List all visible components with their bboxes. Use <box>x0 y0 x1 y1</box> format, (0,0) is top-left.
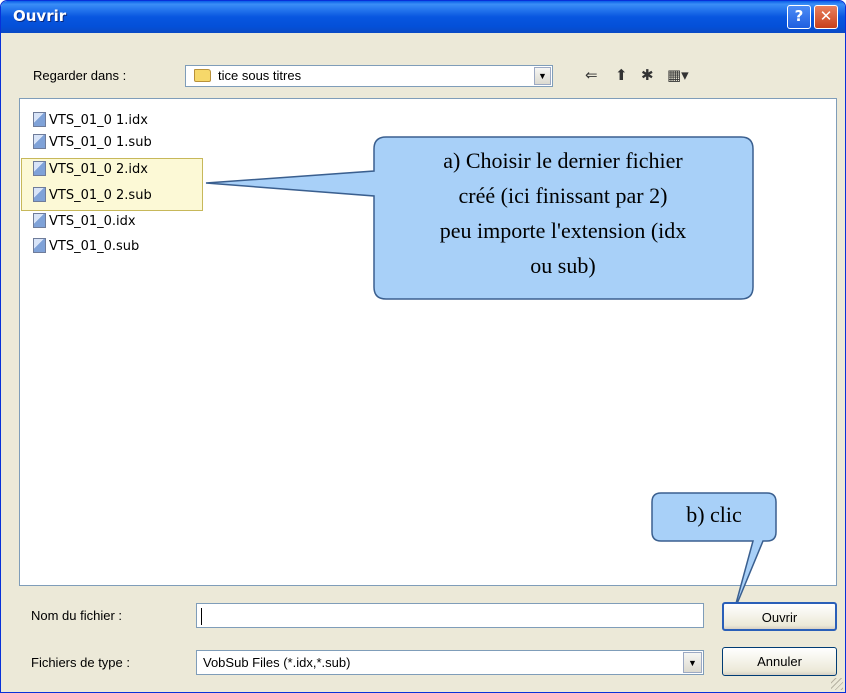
text-caret <box>201 608 202 625</box>
filename-label: Nom du fichier : <box>31 608 123 623</box>
filetype-value: VobSub Files (*.idx,*.sub) <box>203 655 351 670</box>
filetype-select[interactable]: VobSub Files (*.idx,*.sub) ▼ <box>196 650 704 675</box>
callout-a-line: peu importe l'extension (idx <box>439 218 687 243</box>
callout-a-line: créé (ici finissant par 2) <box>458 183 668 208</box>
resize-grip[interactable] <box>831 678 843 690</box>
callout-a-text: a) Choisir le dernier fichier créé (ici … <box>377 143 749 283</box>
chevron-down-icon[interactable]: ▼ <box>683 652 702 673</box>
callout-a-line: ou sub) <box>530 253 596 278</box>
callout-b-text: b) clic <box>686 502 742 527</box>
callout-shapes <box>205 136 777 612</box>
open-dialog: Ouvrir ? ✕ Regarder dans : tice sous tit… <box>0 0 846 693</box>
cancel-button[interactable]: Annuler <box>722 647 837 676</box>
filename-input[interactable] <box>196 603 704 628</box>
open-button[interactable]: Ouvrir <box>722 602 837 631</box>
callout-a-line: a) Choisir le dernier fichier <box>443 148 683 173</box>
filetype-label: Fichiers de type : <box>31 655 130 670</box>
